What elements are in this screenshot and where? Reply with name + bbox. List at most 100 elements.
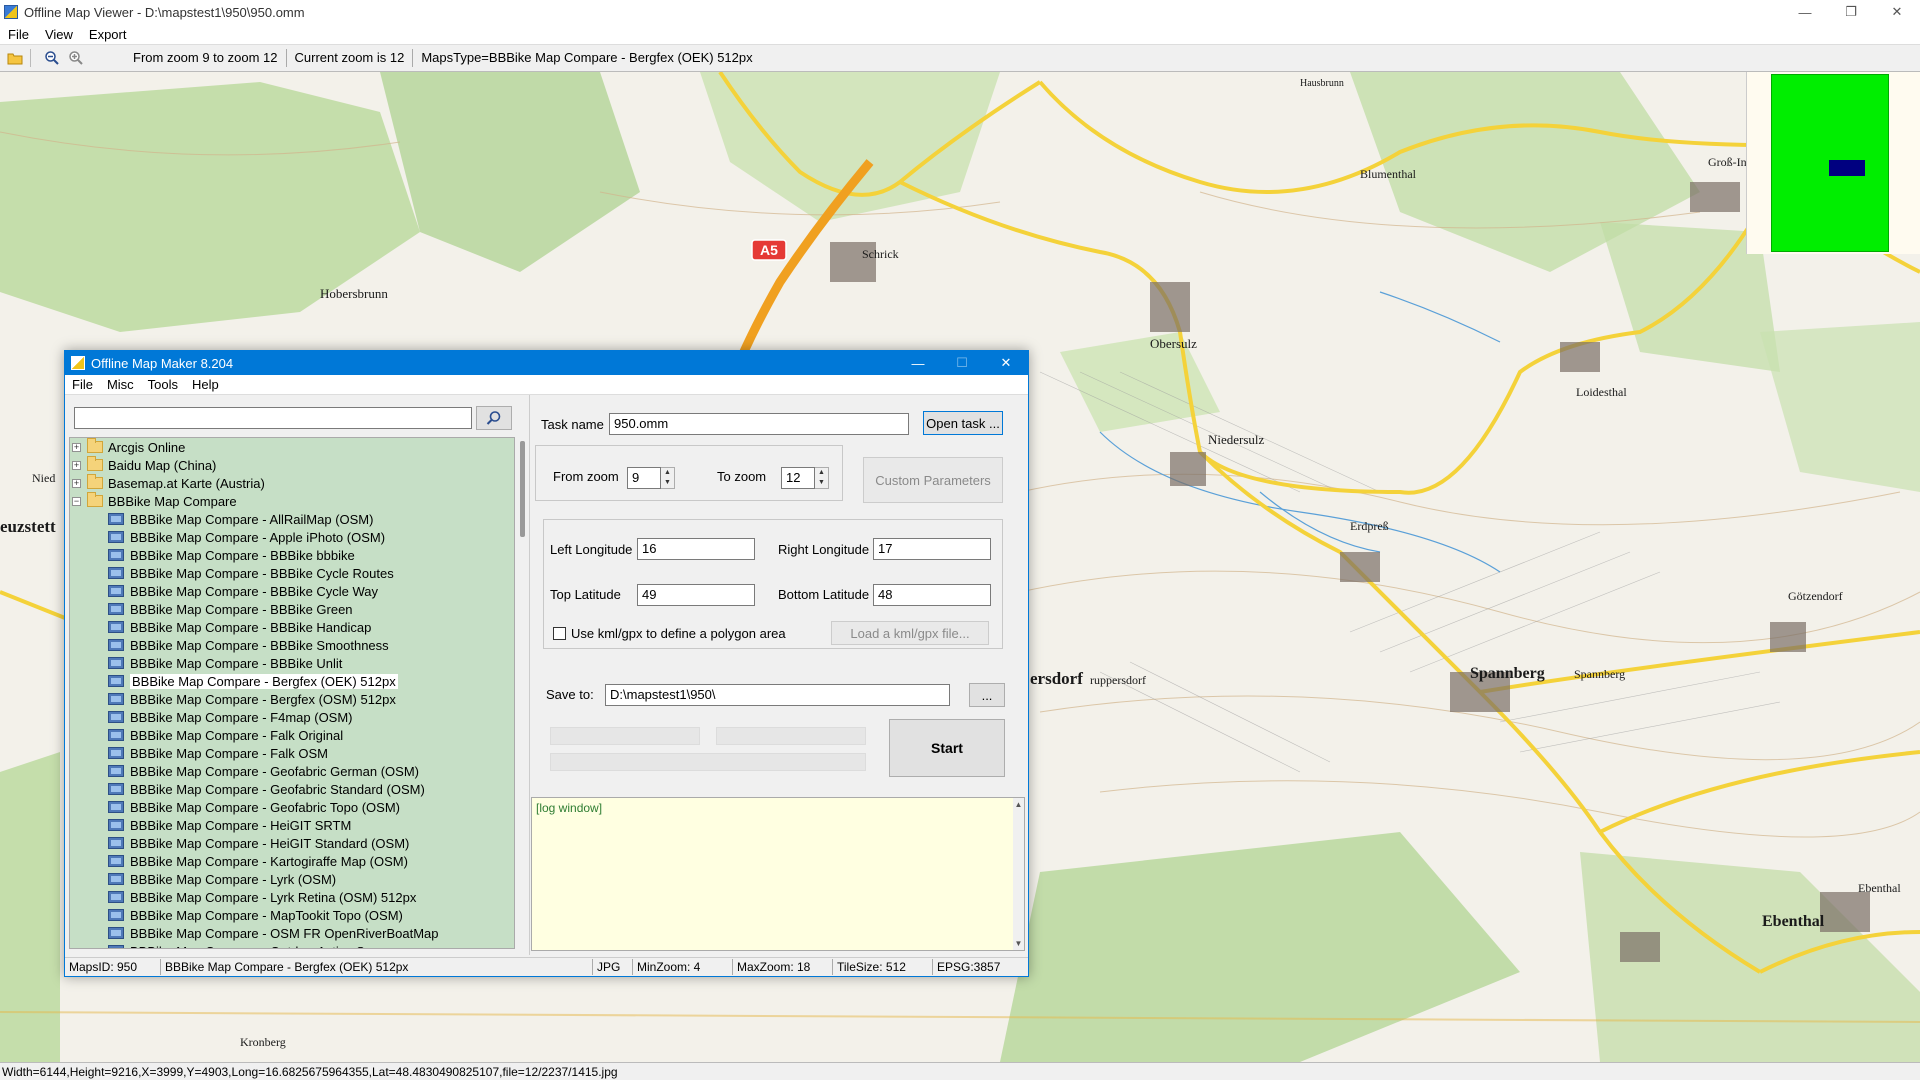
maker-minimize-button[interactable]: — — [896, 351, 940, 375]
tree-map-item[interactable]: BBBike Map Compare - HeiGIT SRTM — [108, 816, 351, 834]
from-zoom-value[interactable]: 9 — [627, 467, 661, 489]
maker-maximize-button[interactable]: ☐ — [940, 351, 984, 375]
custom-parameters-button[interactable]: Custom Parameters — [863, 457, 1003, 503]
open-folder-icon[interactable] — [6, 49, 24, 67]
tree-map-item[interactable]: BBBike Map Compare - Kartogiraffe Map (O… — [108, 852, 408, 870]
tree-map-item[interactable]: BBBike Map Compare - AllRailMap (OSM) — [108, 510, 373, 528]
tree-map-item[interactable]: BBBike Map Compare - OutdoorActive Summe… — [108, 942, 405, 948]
map-search-input[interactable] — [74, 407, 472, 429]
viewer-menubar: File View Export — [0, 24, 1920, 44]
maker-menu-file[interactable]: File — [65, 377, 100, 392]
tree-map-item-label: BBBike Map Compare - BBBike Cycle Way — [130, 583, 379, 599]
viewer-minimize-button[interactable]: — — [1782, 0, 1828, 24]
tree-map-item-label: BBBike Map Compare - Apple iPhoto (OSM) — [130, 529, 386, 545]
search-button[interactable] — [476, 406, 512, 430]
use-kml-checkbox[interactable] — [553, 627, 566, 640]
tree-map-item[interactable]: BBBike Map Compare - Geofabric German (O… — [108, 762, 419, 780]
tree-map-item[interactable]: BBBike Map Compare - Bergfex (OSM) 512px — [108, 690, 396, 708]
tree-scroll-thumb[interactable] — [520, 441, 525, 537]
map-layer-icon — [108, 891, 124, 903]
log-scrollbar[interactable]: ▲ ▼ — [1013, 798, 1024, 950]
tree-map-item-label: BBBike Map Compare - Lyrk Retina (OSM) 5… — [130, 889, 417, 905]
tree-map-item-label: BBBike Map Compare - HeiGIT SRTM — [130, 817, 352, 833]
menu-view[interactable]: View — [37, 27, 81, 42]
tree-map-item[interactable]: BBBike Map Compare - BBBike Unlit — [108, 654, 342, 672]
map-source-tree[interactable]: + Arcgis Online + Baidu Map (China) + Ba… — [69, 437, 515, 949]
tree-map-item[interactable]: BBBike Map Compare - Geofabric Topo (OSM… — [108, 798, 400, 816]
expand-icon[interactable]: + — [72, 478, 81, 488]
map-layer-icon — [108, 549, 124, 561]
viewer-close-button[interactable]: ✕ — [1874, 0, 1920, 24]
save-path-input[interactable]: D:\mapstest1\950\ — [605, 684, 950, 706]
maker-menu-misc[interactable]: Misc — [100, 377, 141, 392]
expand-icon[interactable]: + — [72, 460, 81, 470]
overview-minimap[interactable] — [1746, 72, 1920, 254]
collapse-icon[interactable]: − — [72, 496, 81, 506]
spin-up-icon[interactable]: ▲ — [661, 468, 674, 478]
zoom-out-icon[interactable] — [43, 49, 61, 67]
scroll-up-icon[interactable]: ▲ — [1013, 800, 1024, 809]
maker-menu-help[interactable]: Help — [185, 377, 226, 392]
tree-folder-baidu[interactable]: + Baidu Map (China) — [72, 456, 216, 474]
task-name-input[interactable]: 950.omm — [609, 413, 909, 435]
map-layer-icon — [108, 927, 124, 939]
use-kml-label[interactable]: Use kml/gpx to define a polygon area — [571, 626, 786, 641]
map-layer-icon — [108, 837, 124, 849]
scroll-down-icon[interactable]: ▼ — [1013, 939, 1024, 948]
tree-map-item[interactable]: BBBike Map Compare - BBBike Smoothness — [108, 636, 389, 654]
tree-map-item-label: BBBike Map Compare - OSM FR OpenRiverBoa… — [130, 925, 439, 941]
tree-folder-bbbike[interactable]: − BBBike Map Compare — [72, 492, 237, 510]
tree-map-item[interactable]: BBBike Map Compare - F4map (OSM) — [108, 708, 353, 726]
tree-map-item[interactable]: BBBike Map Compare - Apple iPhoto (OSM) — [108, 528, 385, 546]
log-window[interactable]: [log window] — [531, 797, 1025, 951]
tree-map-item[interactable]: BBBike Map Compare - MapTookit Topo (OSM… — [108, 906, 403, 924]
tree-scrollbar[interactable] — [517, 437, 529, 949]
right-longitude-input[interactable]: 17 — [873, 538, 991, 560]
maker-menu-tools[interactable]: Tools — [141, 377, 185, 392]
top-latitude-input[interactable]: 49 — [637, 584, 755, 606]
tree-map-item[interactable]: BBBike Map Compare - BBBike Handicap — [108, 618, 371, 636]
tree-map-item[interactable]: BBBike Map Compare - Falk Original — [108, 726, 343, 744]
tree-map-item[interactable]: BBBike Map Compare - HeiGIT Standard (OS… — [108, 834, 409, 852]
spin-down-icon[interactable]: ▼ — [661, 478, 674, 488]
progress-bar-2 — [716, 727, 866, 745]
tree-map-item[interactable]: BBBike Map Compare - BBBike Green — [108, 600, 353, 618]
map-label-town: Blumenthal — [1360, 167, 1417, 181]
to-zoom-value[interactable]: 12 — [781, 467, 815, 489]
bottom-latitude-input[interactable]: 48 — [873, 584, 991, 606]
browse-folder-button[interactable]: ... — [969, 683, 1005, 707]
menu-export[interactable]: Export — [81, 27, 135, 42]
tree-map-item[interactable]: BBBike Map Compare - Falk OSM — [108, 744, 328, 762]
menu-file[interactable]: File — [0, 27, 37, 42]
load-kml-button[interactable]: Load a kml/gpx file... — [831, 621, 989, 645]
tree-map-item-label: BBBike Map Compare - BBBike bbbike — [130, 547, 355, 563]
tree-map-item[interactable]: BBBike Map Compare - Bergfex (OEK) 512px — [108, 672, 398, 690]
to-zoom-stepper[interactable]: 12 ▲ ▼ — [781, 467, 829, 489]
minimap-viewport-indicator[interactable] — [1829, 160, 1865, 176]
open-task-button[interactable]: Open task ... — [923, 411, 1003, 435]
spin-down-icon[interactable]: ▼ — [815, 478, 828, 488]
tree-map-item[interactable]: BBBike Map Compare - BBBike bbbike — [108, 546, 355, 564]
tree-folder-arcgis[interactable]: + Arcgis Online — [72, 438, 185, 456]
zoom-in-icon[interactable] — [67, 49, 85, 67]
current-zoom-readout: Current zoom is 12 — [287, 49, 414, 67]
viewer-toolbar: From zoom 9 to zoom 12 Current zoom is 1… — [0, 44, 1920, 72]
from-zoom-stepper[interactable]: 9 ▲ ▼ — [627, 467, 675, 489]
tree-map-item[interactable]: BBBike Map Compare - OSM FR OpenRiverBoa… — [108, 924, 439, 942]
tree-map-item[interactable]: BBBike Map Compare - Lyrk Retina (OSM) 5… — [108, 888, 416, 906]
status-min-zoom: MinZoom: 4 — [633, 959, 733, 975]
expand-icon[interactable]: + — [72, 442, 81, 452]
viewer-maximize-button[interactable]: ❐ — [1828, 0, 1874, 24]
spin-up-icon[interactable]: ▲ — [815, 468, 828, 478]
tree-folder-basemap[interactable]: + Basemap.at Karte (Austria) — [72, 474, 265, 492]
tree-map-item[interactable]: BBBike Map Compare - BBBike Cycle Way — [108, 582, 378, 600]
map-layer-icon — [108, 639, 124, 651]
tree-map-item[interactable]: BBBike Map Compare - Geofabric Standard … — [108, 780, 425, 798]
maker-close-button[interactable]: ✕ — [984, 351, 1028, 375]
tree-map-item[interactable]: BBBike Map Compare - Lyrk (OSM) — [108, 870, 336, 888]
start-button[interactable]: Start — [889, 719, 1005, 777]
left-longitude-input[interactable]: 16 — [637, 538, 755, 560]
map-layer-icon — [108, 945, 124, 948]
maps-type-readout: MapsType=BBBike Map Compare - Bergfex (O… — [421, 50, 753, 65]
tree-map-item[interactable]: BBBike Map Compare - BBBike Cycle Routes — [108, 564, 394, 582]
